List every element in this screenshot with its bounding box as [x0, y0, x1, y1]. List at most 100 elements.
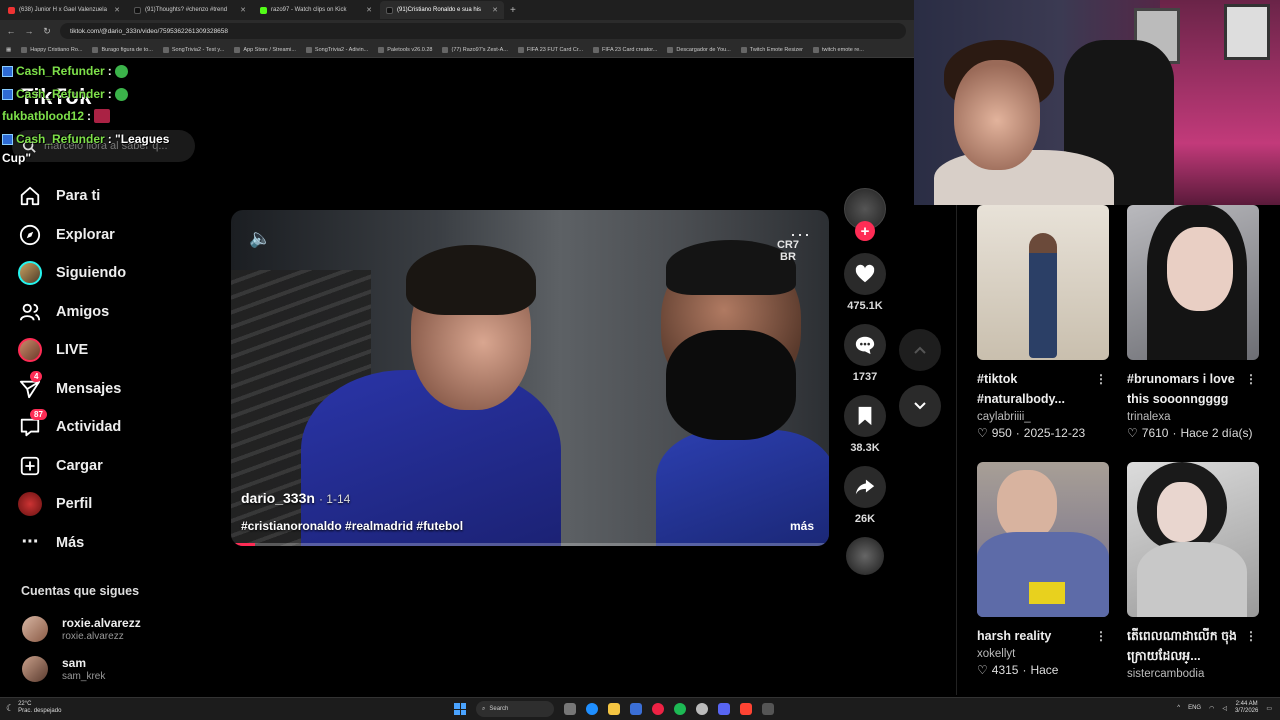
music-disc-avatar[interactable]: [846, 537, 884, 575]
sidebar-item-perfil[interactable]: Perfil: [18, 485, 208, 524]
discord-icon[interactable]: [718, 703, 730, 715]
url-field[interactable]: tiktok.com/@dario_333n/video/75953622613…: [60, 23, 906, 39]
spotify-icon[interactable]: [674, 703, 686, 715]
edge-icon[interactable]: [586, 703, 598, 715]
sidebar-item-label: Siguiendo: [56, 265, 127, 282]
following-account[interactable]: roxie.alvarezz roxie.alvarezz: [22, 616, 141, 642]
next-video-button[interactable]: [899, 385, 941, 427]
video-thumbnail[interactable]: [1127, 205, 1259, 360]
weather-widget[interactable]: ☾ 22°C Prac. despejado: [6, 701, 61, 715]
comment-button[interactable]: [844, 324, 886, 366]
youtube-favicon-icon: [8, 6, 15, 14]
video-progress-bar[interactable]: [231, 543, 829, 546]
tray-chevron-icon[interactable]: ^: [1177, 705, 1180, 711]
share-button[interactable]: [844, 466, 886, 508]
volume-icon[interactable]: 🔈: [249, 228, 271, 249]
video-thumbnail[interactable]: [1127, 462, 1259, 617]
store-icon[interactable]: [630, 703, 642, 715]
video-player[interactable]: 🔈 ··· CR7 BR dario_333n · 1-14 #cristianor…: [231, 210, 829, 546]
card-more-icon[interactable]: ⋮: [1245, 369, 1257, 389]
bookmark[interactable]: Twitch Emote Resizer: [740, 46, 803, 53]
card-more-icon[interactable]: ⋮: [1095, 626, 1107, 646]
explore-video-card[interactable]: #brunomars i love this sooonngggg ⋮ trina…: [1127, 205, 1259, 440]
author-name[interactable]: dario_333n: [241, 490, 315, 506]
sidebar-item-actividad[interactable]: 87 Actividad: [18, 408, 208, 447]
previous-video-button[interactable]: [899, 329, 941, 371]
wall-picture-frame: [1224, 4, 1270, 60]
volume-icon[interactable]: ◁: [1222, 705, 1227, 712]
following-account[interactable]: sam sam_krek: [22, 656, 105, 682]
close-tab-icon[interactable]: ✕: [492, 6, 498, 14]
browser-tab[interactable]: (638) Junior H x Gael Valenzuela ✕: [2, 1, 126, 19]
card-username[interactable]: caylabriiii_: [977, 411, 1109, 423]
video-caption[interactable]: #cristianoronaldo #realmadrid #futebol: [241, 519, 463, 533]
explore-video-card[interactable]: #tiktok #naturalbody... ⋮ caylabriiii_ ♡ 9…: [977, 205, 1109, 440]
music-app-icon[interactable]: [740, 703, 752, 715]
close-tab-icon[interactable]: ✕: [240, 6, 246, 14]
bookmark[interactable]: FIFA 23 FUT Card Cr...: [517, 46, 583, 53]
bookmark[interactable]: Paletools v26.0.28: [378, 46, 432, 53]
sidebar-item-mas[interactable]: ··· Más: [18, 524, 208, 563]
sidebar-item-siguiendo[interactable]: Siguiendo: [18, 254, 208, 293]
card-username[interactable]: sistercambodia: [1127, 668, 1259, 680]
forward-arrow-icon[interactable]: →: [24, 26, 34, 36]
bookmark[interactable]: SongTrivia2 - Adivin...: [305, 46, 368, 53]
save-button[interactable]: [844, 395, 886, 437]
caption-more-link[interactable]: más: [790, 519, 814, 533]
bookmark[interactable]: (77) Razo97's Zest-A...: [442, 46, 508, 53]
bookmark-favicon-icon: [162, 46, 169, 53]
video-thumbnail[interactable]: [977, 205, 1109, 360]
reload-icon[interactable]: ↻: [42, 26, 52, 37]
obs-icon[interactable]: [696, 703, 708, 715]
browser-tab[interactable]: (91)Thoughts? #chenzo #trend ✕: [128, 1, 252, 19]
apps-grid-icon[interactable]: ▦: [6, 47, 11, 53]
sidebar-item-cargar[interactable]: Cargar: [18, 447, 208, 486]
file-explorer-icon[interactable]: [608, 703, 620, 715]
new-tab-icon[interactable]: +: [510, 5, 516, 16]
sidebar-item-explorar[interactable]: Explorar: [18, 216, 208, 255]
video-author[interactable]: dario_333n · 1-14: [241, 490, 350, 506]
card-more-icon[interactable]: ⋮: [1095, 369, 1107, 389]
bookmark[interactable]: Burago figura de to...: [92, 46, 153, 53]
task-view-icon[interactable]: [564, 703, 576, 715]
explore-video-card[interactable]: harsh reality ⋮ xokellyt ♡ 4315 · Hace: [977, 462, 1109, 677]
video-thumbnail[interactable]: [977, 462, 1109, 617]
sidebar-item-label: Cargar: [56, 457, 103, 474]
post-date: · 1-14: [318, 492, 351, 506]
card-username[interactable]: xokellyt: [977, 648, 1109, 660]
bookmark-favicon-icon: [740, 46, 747, 53]
chevron-down-icon: [914, 402, 926, 410]
back-arrow-icon[interactable]: ←: [6, 26, 16, 36]
chat-badge-icon: [2, 133, 13, 145]
sidebar-item-mensajes[interactable]: 4 Mensajes: [18, 370, 208, 409]
activity-badge: 87: [30, 409, 47, 421]
browser-tab[interactable]: razo97 - Watch clips on Kick ✕: [254, 1, 378, 19]
bookmark[interactable]: Descargador de You...: [667, 46, 731, 53]
explore-video-card[interactable]: តើពេលណាដាលើក ចុងក្រោយដែលអ្... ⋮ sistercam…: [1127, 462, 1259, 680]
card-more-icon[interactable]: ⋮: [1245, 626, 1257, 646]
bookmark[interactable]: Happy Cristiano Ro...: [21, 46, 82, 53]
temperature: 22°C: [18, 701, 32, 707]
like-button[interactable]: [844, 253, 886, 295]
card-username[interactable]: trinalexa: [1127, 411, 1259, 423]
sidebar-item-para-ti[interactable]: Para ti: [18, 177, 208, 216]
bookmark[interactable]: App Store / Streami...: [234, 46, 296, 53]
wifi-icon[interactable]: ◠: [1209, 705, 1214, 712]
notifications-icon[interactable]: ▭: [1266, 705, 1272, 712]
app-icon[interactable]: [762, 703, 774, 715]
sidebar-item-live[interactable]: LIVE: [18, 331, 208, 370]
follow-plus-icon[interactable]: +: [855, 221, 875, 241]
sidebar-item-amigos[interactable]: Amigos: [18, 293, 208, 332]
close-tab-icon[interactable]: ✕: [114, 6, 120, 14]
bookmark[interactable]: SongTrivia2 - Test y...: [162, 46, 224, 53]
taskbar-search[interactable]: ⌕ Search: [476, 701, 554, 717]
language-indicator[interactable]: ENG: [1188, 705, 1201, 711]
windows-start-icon[interactable]: [454, 703, 466, 715]
close-tab-icon[interactable]: ✕: [366, 6, 372, 14]
bookmark[interactable]: twitch emote re...: [812, 46, 864, 53]
chat-badge-icon: [2, 88, 13, 100]
bookmark[interactable]: FIFA 23 Card creator...: [593, 46, 657, 53]
taskbar-clock[interactable]: 2:44 AM 3/7/2026: [1235, 701, 1258, 715]
browser-tab-active[interactable]: (91)Cristiano Ronaldo e sua his ✕: [380, 1, 504, 19]
chrome-icon[interactable]: [652, 703, 664, 715]
